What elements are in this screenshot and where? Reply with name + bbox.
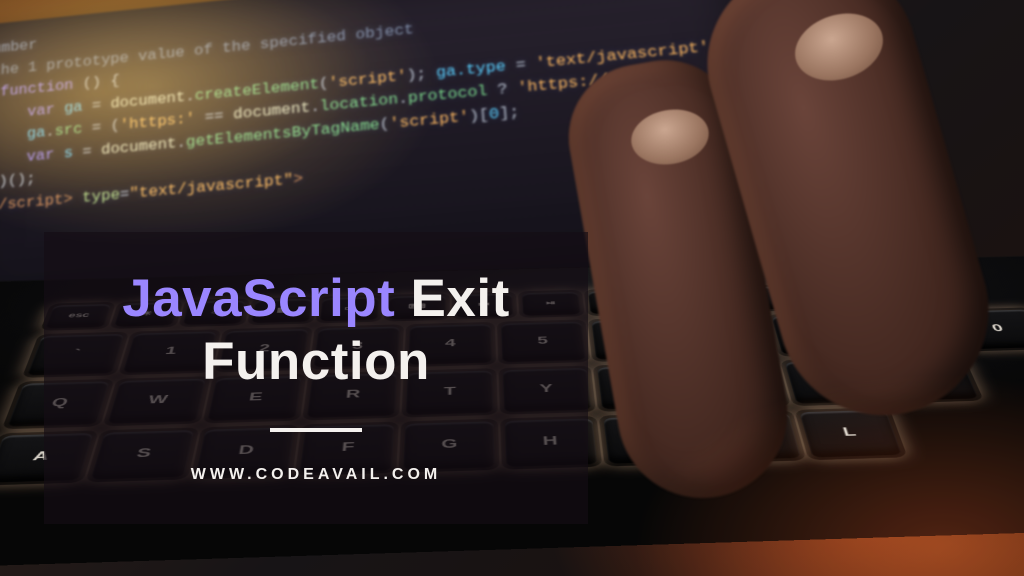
key-l: L: [799, 410, 902, 458]
title-highlight: JavaScript: [122, 269, 395, 328]
title-divider: [270, 428, 362, 432]
title-rest-1: Exit: [395, 269, 509, 328]
site-url: WWW.CODEAVAIL.COM: [191, 466, 442, 484]
title-panel: JavaScript Exit Function WWW.CODEAVAIL.C…: [44, 232, 588, 524]
hero-title: JavaScript Exit Function: [122, 268, 510, 393]
hero-image: umber the 1 prototype value of the speci…: [0, 0, 1024, 576]
title-line-2: Function: [202, 332, 430, 391]
